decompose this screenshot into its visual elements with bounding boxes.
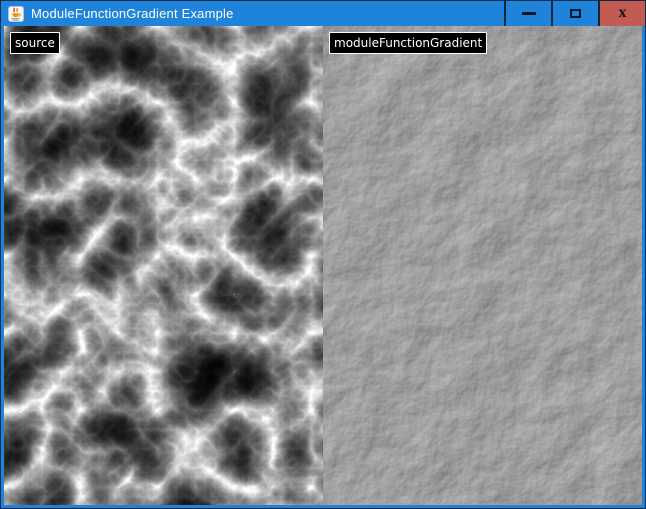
minimize-button[interactable] bbox=[504, 1, 551, 26]
source-noise-image bbox=[4, 26, 323, 505]
maximize-icon bbox=[570, 9, 581, 18]
maximize-button[interactable] bbox=[551, 1, 598, 26]
panel-moduleFunctionGradient: moduleFunctionGradient bbox=[323, 26, 642, 505]
panel-source: source bbox=[4, 26, 323, 505]
gradient-noise-image bbox=[323, 26, 642, 505]
minimize-icon bbox=[522, 12, 536, 15]
java-coffee-cup-icon bbox=[8, 6, 24, 22]
app-window: ModuleFunctionGradient Example x bbox=[0, 0, 646, 509]
window-controls: x bbox=[504, 1, 645, 26]
close-button[interactable]: x bbox=[598, 1, 645, 26]
image-label-moduleFunctionGradient: moduleFunctionGradient bbox=[329, 32, 487, 54]
close-icon: x bbox=[619, 5, 627, 21]
window-title: ModuleFunctionGradient Example bbox=[31, 1, 234, 26]
titlebar[interactable]: ModuleFunctionGradient Example x bbox=[1, 1, 645, 26]
image-label-source: source bbox=[10, 32, 60, 54]
content-area: source moduleFunctionGradient bbox=[4, 26, 642, 505]
